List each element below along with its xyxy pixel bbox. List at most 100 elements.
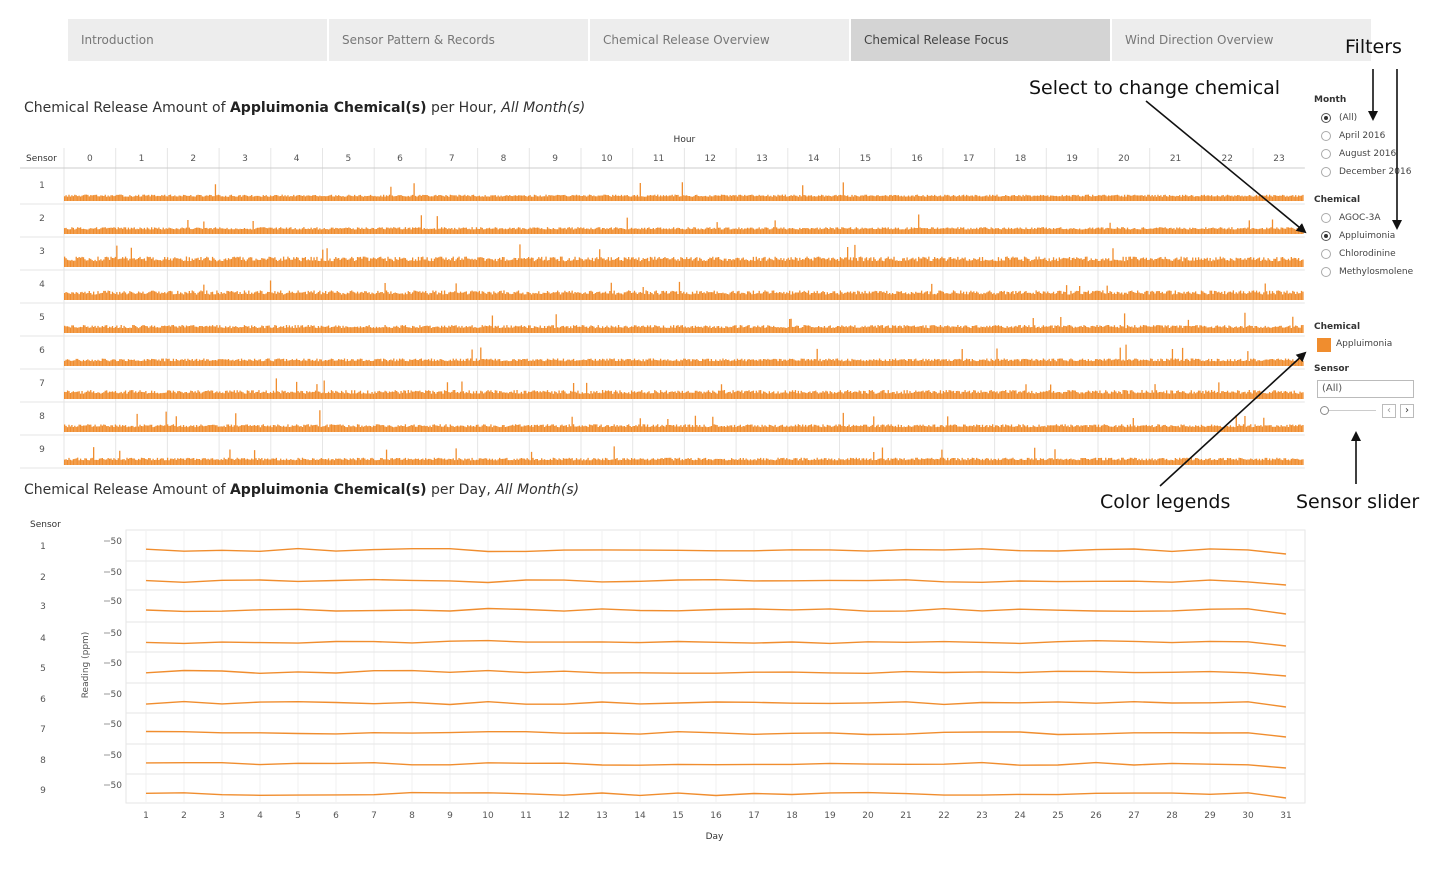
daily-sensor-label: 5 (40, 664, 46, 674)
daily-y-tick: 50 (111, 690, 123, 700)
chemical-option-appluimonia[interactable]: Appluimonia (1321, 231, 1395, 241)
sensor-row-label: 6 (39, 346, 45, 356)
hour-tick-label: 14 (808, 154, 820, 164)
hour-tick-label: 22 (1222, 154, 1233, 164)
daily-title-chemical: Appluimonia Chemical(s) (229, 482, 427, 498)
daily-chart-title: Chemical Release Amount of Appluimonia C… (24, 482, 579, 498)
sensor-row-bars (64, 446, 1304, 465)
tab-chemical-release-overview[interactable]: Chemical Release Overview (590, 19, 849, 61)
hourly-title-pre: Chemical Release Amount of (24, 100, 230, 116)
day-tick-label: 14 (634, 811, 646, 821)
sensor-slider-track[interactable] (1324, 410, 1376, 411)
sensor-row-header: Sensor (26, 154, 57, 164)
hourly-release-bars (64, 378, 1304, 399)
daily-y-tick: 50 (111, 781, 123, 791)
day-tick-label: 31 (1280, 811, 1291, 821)
radio-icon (1321, 213, 1331, 223)
sensor-row-label: 3 (39, 247, 45, 257)
chemical-option-label: Chlorodinine (1339, 249, 1396, 259)
day-tick-label: 1 (143, 811, 149, 821)
day-tick-label: 22 (938, 811, 949, 821)
day-tick-label: 16 (710, 811, 722, 821)
daily-y-tick: 50 (111, 568, 123, 578)
sensor-row-bars (64, 182, 1304, 201)
daily-y-tick: 50 (111, 720, 123, 730)
sensor-next-button[interactable]: › (1400, 404, 1414, 418)
daily-y-tick: 50 (111, 629, 123, 639)
radio-icon (1321, 131, 1331, 141)
day-tick-label: 11 (520, 811, 531, 821)
daily-sensor-label: 4 (40, 634, 46, 644)
hour-tick-label: 20 (1118, 154, 1130, 164)
sensor-row-bars (64, 344, 1304, 366)
chemical-option-methylosmolene[interactable]: Methylosmolene (1321, 267, 1413, 277)
sensor-row-label: 2 (39, 214, 45, 224)
hourly-release-bars (64, 410, 1304, 432)
hour-tick-label: 21 (1170, 154, 1181, 164)
hourly-release-bars (64, 344, 1304, 366)
daily-title-pre: Chemical Release Amount of (24, 482, 230, 498)
hourly-title-chemical: Appluimonia Chemical(s) (229, 100, 427, 116)
hourly-release-bars (64, 312, 1304, 333)
hourly-release-chart: HourSensor 0 1 2 3 4 5 6 7 8 9 10 11 12 13 14 15 16 17 18 19… (20, 135, 1305, 469)
chemical-filter-label: Chemical (1314, 195, 1361, 205)
day-tick-label: 28 (1166, 811, 1178, 821)
hourly-release-bars (64, 446, 1304, 465)
chemical-option-chlorodinine[interactable]: Chlorodinine (1321, 249, 1396, 259)
day-tick-label: 29 (1204, 811, 1216, 821)
day-tick-label: 24 (1014, 811, 1026, 821)
chevron-left-icon: ‹ (1387, 405, 1391, 416)
hour-tick-label: 8 (501, 154, 507, 164)
day-tick-label: 15 (672, 811, 683, 821)
month-option-label: (All) (1339, 113, 1358, 123)
tab-introduction[interactable]: Introduction (68, 19, 327, 61)
tab-sensor-pattern-records[interactable]: Sensor Pattern & Records (329, 19, 588, 61)
sensor-row-bars (64, 214, 1304, 234)
hour-tick-label: 23 (1273, 154, 1284, 164)
month-option-label: August 2016 (1339, 149, 1397, 159)
month-option-april-2016[interactable]: April 2016 (1321, 131, 1385, 141)
daily-y-axis-title: Reading (ppm) (81, 632, 91, 699)
radio-icon (1321, 249, 1331, 259)
month-option-december-2016[interactable]: December 2016 (1321, 167, 1411, 177)
radio-icon (1321, 113, 1331, 123)
chevron-right-icon: › (1405, 405, 1409, 416)
hour-tick-label: 3 (242, 154, 248, 164)
sensor-filter-label: Sensor (1314, 364, 1349, 374)
daily-title-mid: per Day, (426, 482, 496, 498)
hour-tick-label: 10 (601, 154, 613, 164)
day-tick-label: 13 (596, 811, 607, 821)
day-tick-label: 4 (257, 811, 263, 821)
chemical-option-agoc-3a[interactable]: AGOC-3A (1321, 213, 1380, 223)
annotation-sensor-slider: Sensor slider (1296, 491, 1420, 513)
radio-icon (1321, 167, 1331, 177)
radio-icon (1321, 267, 1331, 277)
sensor-prev-button[interactable]: ‹ (1382, 404, 1396, 418)
daily-y-tick: 50 (111, 537, 123, 547)
annotation-color-legends: Color legends (1100, 491, 1231, 513)
tab-wind-direction-overview[interactable]: Wind Direction Overview (1112, 19, 1371, 61)
tab-chemical-release-focus[interactable]: Chemical Release Focus (851, 19, 1110, 61)
day-tick-label: 26 (1090, 811, 1102, 821)
sensor-filter-input[interactable]: (All) (1317, 380, 1414, 398)
legend-item-label: Appluimonia (1336, 339, 1393, 349)
sensor-slider-handle[interactable] (1320, 406, 1329, 415)
hour-tick-label: 18 (1015, 154, 1027, 164)
month-option-august-2016[interactable]: August 2016 (1321, 149, 1396, 159)
hourly-title-mid: per Hour, (426, 100, 502, 116)
day-tick-label: 18 (786, 811, 798, 821)
day-tick-label: 3 (219, 811, 225, 821)
hour-tick-label: 11 (653, 154, 664, 164)
day-axis-title: Day (706, 832, 724, 842)
sensor-row-label: 9 (39, 445, 45, 455)
annotation-filters: Filters (1345, 36, 1402, 58)
hourly-release-bars (64, 214, 1304, 234)
day-tick-label: 10 (482, 811, 494, 821)
daily-sensor-label: 3 (40, 602, 46, 612)
day-tick-label: 9 (447, 811, 453, 821)
sensor-row-bars (64, 280, 1304, 300)
sensor-row-label: 8 (39, 412, 45, 422)
daily-y-tick: 50 (111, 597, 123, 607)
month-option-all[interactable]: (All) (1321, 113, 1357, 123)
month-option-label: April 2016 (1339, 131, 1386, 141)
